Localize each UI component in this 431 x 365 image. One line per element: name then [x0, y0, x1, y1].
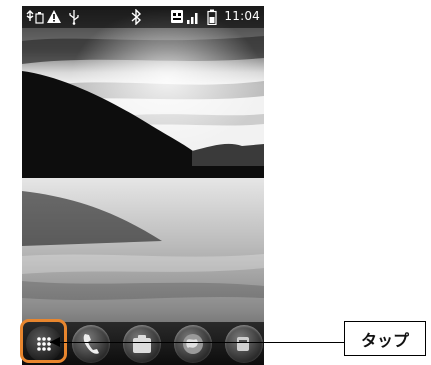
- browser-button[interactable]: [174, 325, 212, 363]
- contacts-icon: [133, 335, 151, 353]
- phone-icon: [83, 334, 99, 354]
- status-bar: 11:04: [22, 6, 264, 28]
- messaging-icon: [237, 337, 249, 351]
- signal-icon: [187, 13, 198, 24]
- usb-debug-icon: [26, 10, 44, 24]
- contacts-button[interactable]: [123, 325, 161, 363]
- data-off-icon: [171, 10, 183, 23]
- battery-icon: [207, 9, 217, 25]
- phone-screen: 11:04: [22, 6, 264, 365]
- warning-icon: [47, 10, 61, 23]
- callout-line: [50, 342, 344, 343]
- wallpaper-image: [22, 6, 264, 365]
- bluetooth-icon: [131, 9, 142, 25]
- messaging-button[interactable]: [225, 325, 263, 363]
- usb-icon: [69, 10, 79, 25]
- phone-button[interactable]: [72, 325, 110, 363]
- callout-arrow-icon: [50, 337, 60, 347]
- status-time: 11:04: [224, 9, 260, 23]
- browser-icon: [183, 334, 203, 354]
- callout-label: タップ: [344, 321, 426, 356]
